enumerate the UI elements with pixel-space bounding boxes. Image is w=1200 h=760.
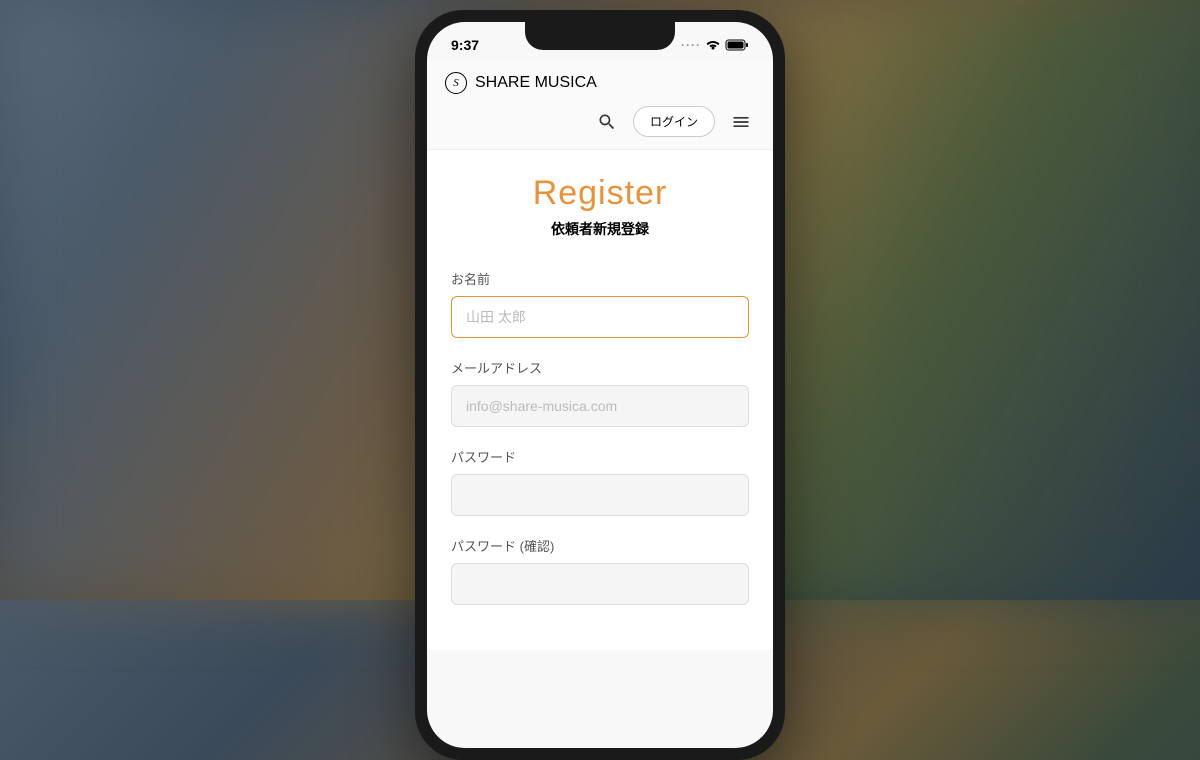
hamburger-icon	[731, 112, 751, 132]
form-group-name: お名前	[451, 269, 749, 338]
password-confirm-input[interactable]	[451, 563, 749, 605]
wifi-icon	[705, 39, 721, 51]
battery-icon	[725, 39, 749, 51]
search-button[interactable]	[593, 108, 621, 136]
name-label: お名前	[451, 269, 749, 288]
page-subtitle: 依頼者新規登録	[451, 219, 749, 239]
menu-button[interactable]	[727, 108, 755, 136]
password-label: パスワード	[451, 447, 749, 466]
phone-notch	[525, 22, 675, 50]
app-header: S SHARE MUSICA ログイン	[427, 62, 773, 150]
status-time: 9:37	[451, 37, 479, 53]
brand-text: SHARE MUSICA	[475, 74, 597, 92]
phone-screen: 9:37 S SHARE MUSICA ログイン	[427, 22, 773, 748]
cellular-icon	[681, 38, 701, 52]
form-group-password-confirm: パスワード (確認)	[451, 536, 749, 605]
phone-frame: 9:37 S SHARE MUSICA ログイン	[415, 10, 785, 760]
status-indicators	[681, 38, 749, 52]
page-title: Register	[451, 174, 749, 213]
header-actions: ログイン	[445, 106, 755, 137]
brand[interactable]: S SHARE MUSICA	[445, 72, 755, 94]
password-confirm-label: パスワード (確認)	[451, 536, 749, 555]
search-icon	[597, 112, 617, 132]
content-area: Register 依頼者新規登録 お名前 メールアドレス パスワード パスワード…	[427, 150, 773, 650]
name-input[interactable]	[451, 296, 749, 338]
password-input[interactable]	[451, 474, 749, 516]
login-button[interactable]: ログイン	[633, 106, 715, 137]
email-label: メールアドレス	[451, 358, 749, 377]
email-input[interactable]	[451, 385, 749, 427]
form-group-password: パスワード	[451, 447, 749, 516]
form-group-email: メールアドレス	[451, 358, 749, 427]
brand-logo-icon: S	[445, 72, 467, 94]
